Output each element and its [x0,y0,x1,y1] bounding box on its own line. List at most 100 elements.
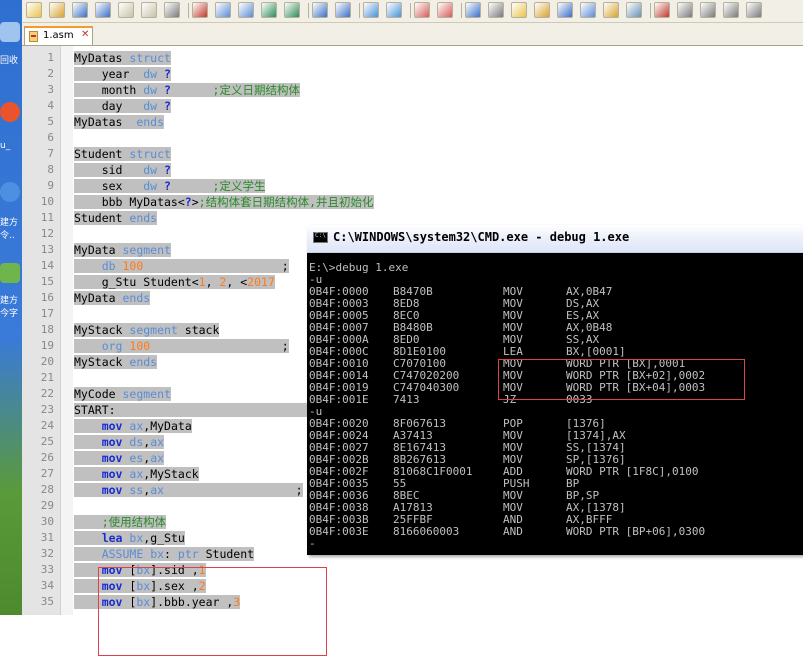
code-line-text: day dw ? [74,99,171,113]
shortcut-icon[interactable] [0,263,20,283]
run-macro-icon[interactable] [723,2,739,18]
code-line-text: year dw ? [74,67,171,81]
find-icon[interactable] [312,2,328,18]
line-number: 29 [40,499,54,512]
monitoring-icon[interactable] [626,2,642,18]
code-token: segment [129,323,178,337]
code-token [157,67,165,81]
word-wrap-icon[interactable] [465,2,481,18]
stop-macro-icon[interactable] [677,2,693,18]
sync-horizontal-icon[interactable] [437,2,453,18]
indent-guide-icon[interactable] [511,2,527,18]
code-line[interactable]: MyData ends [74,290,151,306]
sync-vertical-icon[interactable] [414,2,430,18]
disasm-operands: WORD PTR [BP+06],0300 [566,525,706,538]
cmd-title-bar[interactable]: C:\WINDOWS\system32\CMD.exe - debug 1.ex… [307,225,803,253]
line-number: 20 [40,355,54,368]
code-line-text: month dw ? ;定义日期结构体 [74,83,300,97]
code-line[interactable]: ASSUME bx: ptr Student [74,546,255,562]
record-macro-icon[interactable] [654,2,670,18]
help-icon[interactable] [0,182,20,202]
code-line-text: ASSUME bx: ptr Student [74,547,255,561]
code-line[interactable]: MyStack ends [74,354,158,370]
desktop-app-icon[interactable] [0,102,20,122]
code-token: MyCode [74,387,123,401]
function-list-icon[interactable] [580,2,596,18]
folder-workspace-icon[interactable] [603,2,619,18]
save-icon[interactable] [72,2,88,18]
code-token: ax [150,435,165,449]
code-line[interactable]: Student struct [74,146,171,162]
paste-icon[interactable] [238,2,254,18]
line-number: 24 [40,419,54,432]
recycle-bin-icon[interactable] [0,22,20,42]
show-all-chars-icon[interactable] [488,2,504,18]
cmd-window[interactable]: C:\WINDOWS\system32\CMD.exe - debug 1.ex… [307,225,803,555]
code-token: sid [74,163,144,177]
code-line[interactable]: mov ax,MyStack [74,466,199,482]
save-macro-icon[interactable] [746,2,762,18]
close-all-icon[interactable] [141,2,157,18]
code-line[interactable]: bbb MyDatas<?>;结构体套日期结构体,并且初始化 [74,194,374,210]
code-line[interactable]: mov ss,ax ; [74,482,303,498]
toolbar-separator [461,3,462,18]
code-token: ? [164,83,171,97]
redo-icon[interactable] [284,2,300,18]
code-line[interactable]: MyData segment [74,242,171,258]
code-token [74,259,102,273]
code-line-text: sid dw ? [74,163,171,177]
code-line[interactable]: mov ds,ax [74,434,165,450]
code-line[interactable]: mov es,ax [74,450,165,466]
code-token: struct [129,147,171,161]
close-file-icon[interactable] [118,2,134,18]
code-line[interactable]: MyDatas ends [74,114,165,130]
replace-icon[interactable] [335,2,351,18]
code-line[interactable]: year dw ? [74,66,171,82]
zoom-out-icon[interactable] [386,2,402,18]
new-file-icon[interactable] [26,2,42,18]
tab-1-asm[interactable]: 1.asm ✕ [24,26,93,45]
code-token [74,339,102,353]
cut-icon[interactable] [192,2,208,18]
code-line[interactable]: MyCode segment [74,386,171,402]
code-line[interactable]: mov ax,MyData [74,418,192,434]
code-line[interactable]: Student ends [74,210,158,226]
code-line[interactable]: org 100 ; [74,338,289,354]
code-token [74,483,102,497]
code-token [74,435,102,449]
toolbar-separator [650,3,651,18]
code-token: ;使用结构体 [101,515,167,529]
print-icon[interactable] [164,2,180,18]
code-token: ; [150,339,289,353]
doc-map-icon[interactable] [557,2,573,18]
line-number: 17 [40,307,54,320]
zoom-in-icon[interactable] [363,2,379,18]
code-line[interactable]: START: ; [74,402,317,418]
tab-label: 1.asm [43,30,74,41]
code-line[interactable]: MyStack segment stack [74,322,220,338]
code-line[interactable]: day dw ? [74,98,171,114]
code-line[interactable]: lea bx,g_Stu [74,530,185,546]
udl-icon[interactable] [534,2,550,18]
open-file-icon[interactable] [49,2,65,18]
copy-icon[interactable] [215,2,231,18]
code-line[interactable]: g_Stu Student<1, 2, <2017 [74,274,275,290]
code-line-text: lea bx,g_Stu [74,531,185,545]
play-macro-icon[interactable] [700,2,716,18]
disasm-operands: WORD PTR [1F8C],0100 [566,465,699,478]
code-line[interactable]: sex dw ? ;定义学生 [74,178,266,194]
code-line[interactable]: sid dw ? [74,162,171,178]
undo-icon[interactable] [261,2,277,18]
code-token: 1 [198,275,206,289]
save-all-icon[interactable] [95,2,111,18]
close-tab-icon[interactable]: ✕ [81,29,89,40]
code-line-text: mov es,ax [74,451,165,465]
code-line[interactable]: MyDatas struct [74,50,171,66]
code-line-text: org 100 ; [74,339,289,353]
code-line-text: mov ds,ax [74,435,165,449]
code-line[interactable]: month dw ? ;定义日期结构体 [74,82,300,98]
code-line[interactable]: db 100 ; [74,258,289,274]
code-line[interactable]: ;使用结构体 [74,514,167,530]
code-line-text: bbb MyDatas<?>;结构体套日期结构体,并且初始化 [74,195,374,209]
code-token: ax [150,483,165,497]
